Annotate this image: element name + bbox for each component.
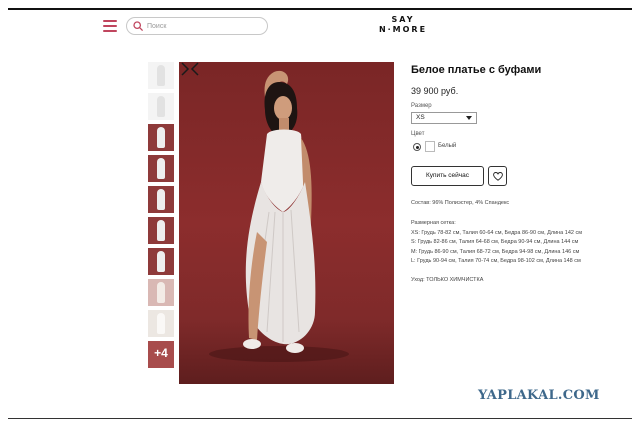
thumbnail[interactable] bbox=[148, 124, 174, 151]
bottom-divider bbox=[8, 418, 632, 419]
brand-logo[interactable]: SAY N·MORE bbox=[372, 15, 434, 34]
top-divider bbox=[8, 8, 632, 10]
more-photos-thumbnail[interactable]: +4 bbox=[148, 341, 174, 368]
search-input[interactable] bbox=[147, 19, 263, 33]
more-photos-count: +4 bbox=[154, 346, 168, 360]
thumbnail-strip: +4 bbox=[148, 62, 174, 372]
color-name: Белый bbox=[438, 143, 457, 149]
thumbnail[interactable] bbox=[148, 248, 174, 275]
product-title: Белое платье с буфами bbox=[411, 64, 542, 76]
size-chart-row: XS: Грудь 78-82 см, Талия 60-64 см, Бедр… bbox=[411, 230, 583, 236]
heart-icon bbox=[493, 172, 503, 181]
search-icon bbox=[133, 21, 143, 31]
size-label: Размер bbox=[411, 103, 432, 109]
color-radio[interactable] bbox=[413, 143, 421, 151]
logo-line-2: N·MORE bbox=[378, 25, 428, 34]
size-chart-row: M: Грудь 86-90 см, Талия 68-72 см, Бедра… bbox=[411, 248, 580, 255]
product-price: 39 900 руб. bbox=[411, 86, 459, 96]
thumbnail[interactable] bbox=[148, 93, 174, 120]
color-swatch-white[interactable] bbox=[425, 141, 435, 152]
size-chart-list: XS: Грудь 78-82 см, Талия 60-64 см, Бедр… bbox=[411, 229, 582, 266]
thumbnail[interactable] bbox=[148, 186, 174, 213]
size-select-value: XS bbox=[416, 114, 425, 121]
thumbnail[interactable] bbox=[148, 155, 174, 182]
next-photo-arrow[interactable] bbox=[179, 62, 191, 76]
thumbnail[interactable] bbox=[148, 279, 174, 306]
favorite-button[interactable] bbox=[488, 166, 507, 186]
size-chart-row: L: Грудь 90-94 см, Талия 70-74 см, Бедра… bbox=[411, 257, 581, 264]
chevron-down-icon bbox=[466, 116, 472, 120]
thumbnail[interactable] bbox=[148, 217, 174, 244]
watermark: YAPLAKAL.COM bbox=[478, 388, 600, 403]
thumbnail[interactable] bbox=[148, 310, 174, 337]
search-bar[interactable] bbox=[126, 17, 268, 35]
menu-icon[interactable] bbox=[103, 20, 117, 32]
model-figure bbox=[209, 70, 349, 362]
size-select[interactable]: XS bbox=[411, 112, 477, 124]
size-chart-row: S: Грудь 82-86 см, Талия 64-68 см, Бедра… bbox=[411, 239, 579, 246]
composition-text: Состав: 96% Полиэстер, 4% Спандекс bbox=[411, 200, 510, 206]
color-label: Цвет bbox=[411, 131, 425, 137]
care-instructions: Уход: ТОЛЬКО ХИМЧИСТКА bbox=[411, 277, 484, 283]
thumbnail[interactable] bbox=[148, 62, 174, 89]
buy-now-button[interactable]: Купить сейчас bbox=[411, 166, 484, 186]
size-chart-title: Размерная сетка: bbox=[411, 220, 456, 226]
logo-line-1: SAY bbox=[391, 15, 415, 24]
product-photo bbox=[179, 62, 394, 384]
